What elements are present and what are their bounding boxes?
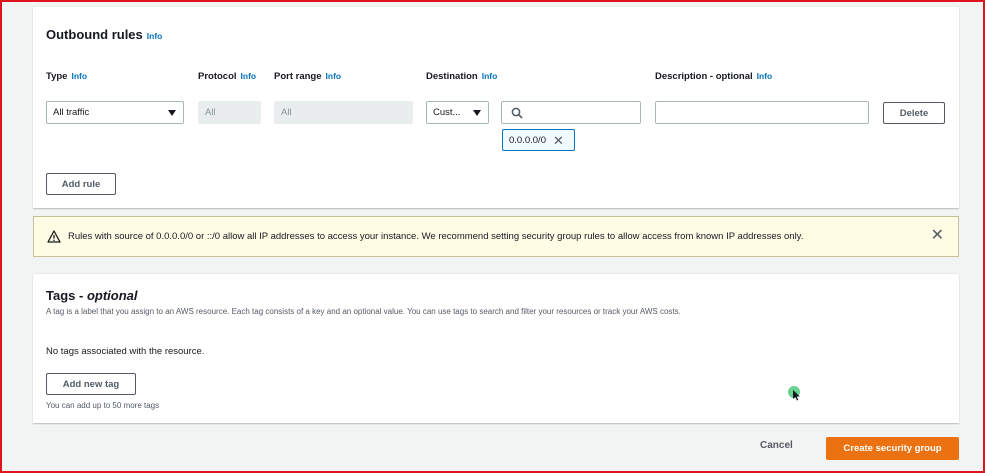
create-security-group-button[interactable]: Create security group: [826, 437, 959, 460]
port-range-field: All: [274, 101, 413, 124]
outbound-info-link[interactable]: Info: [147, 31, 163, 41]
protocol-field-value: All: [205, 107, 216, 118]
tags-title-optional: optional: [86, 288, 138, 303]
destination-type-select[interactable]: Cust...: [426, 101, 489, 124]
type-info-link[interactable]: Info: [71, 71, 87, 81]
caret-down-icon: [168, 109, 176, 116]
description-input[interactable]: [655, 101, 869, 124]
delete-button[interactable]: Delete: [883, 102, 945, 124]
port-range-header-label: Port range: [274, 71, 322, 82]
mouse-pointer-icon: [793, 390, 800, 401]
warning-icon: [47, 230, 61, 243]
search-icon: [511, 107, 523, 119]
description-info-link[interactable]: Info: [757, 71, 773, 81]
protocol-header-label: Protocol: [198, 71, 237, 82]
tags-heading: Tags - optional: [46, 288, 137, 303]
caret-down-icon: [473, 109, 481, 116]
no-tags-text: No tags associated with the resource.: [46, 346, 205, 357]
tags-title: Tags -: [46, 288, 87, 303]
outbound-rules-title: Outbound rules: [46, 27, 143, 42]
destination-search-input[interactable]: [501, 101, 641, 124]
protocol-header: Protocol Info: [198, 71, 256, 82]
type-header: Type Info: [46, 71, 87, 82]
add-rule-button[interactable]: Add rule: [46, 173, 116, 195]
destination-type-value: Cust...: [433, 107, 461, 118]
type-select[interactable]: All traffic: [46, 101, 184, 124]
outbound-rules-heading: Outbound rules Info: [46, 27, 162, 42]
close-icon[interactable]: ✕: [931, 228, 944, 244]
protocol-info-link[interactable]: Info: [241, 71, 257, 81]
tags-limit-text: You can add up to 50 more tags: [46, 401, 160, 410]
outbound-rules-panel: Outbound rules Info Type Info Protocol Info…: [33, 6, 959, 208]
remove-token-icon[interactable]: ✕: [553, 134, 564, 147]
tags-description: A tag is a label that you assign to an A…: [46, 307, 681, 316]
port-range-header: Port range Info: [274, 71, 341, 82]
type-select-value: All traffic: [53, 107, 90, 118]
open-access-warning: Rules with source of 0.0.0.0/0 or ::/0 a…: [33, 216, 959, 257]
destination-token: 0.0.0.0/0 ✕: [502, 129, 575, 151]
add-new-tag-button[interactable]: Add new tag: [46, 373, 136, 395]
description-header: Description - optional Info: [655, 71, 772, 82]
destination-info-link[interactable]: Info: [482, 71, 498, 81]
port-range-field-value: All: [281, 107, 292, 118]
destination-header-label: Destination: [426, 71, 478, 82]
destination-token-label: 0.0.0.0/0: [509, 134, 546, 146]
tags-panel: Tags - optional A tag is a label that yo…: [33, 273, 959, 423]
warning-text: Rules with source of 0.0.0.0/0 or ::/0 a…: [68, 231, 804, 242]
protocol-field: All: [198, 101, 261, 124]
cancel-button[interactable]: Cancel: [760, 440, 793, 451]
description-header-label: Description - optional: [655, 71, 753, 82]
type-header-label: Type: [46, 71, 68, 82]
port-range-info-link[interactable]: Info: [326, 71, 342, 81]
destination-header: Destination Info: [426, 71, 497, 82]
